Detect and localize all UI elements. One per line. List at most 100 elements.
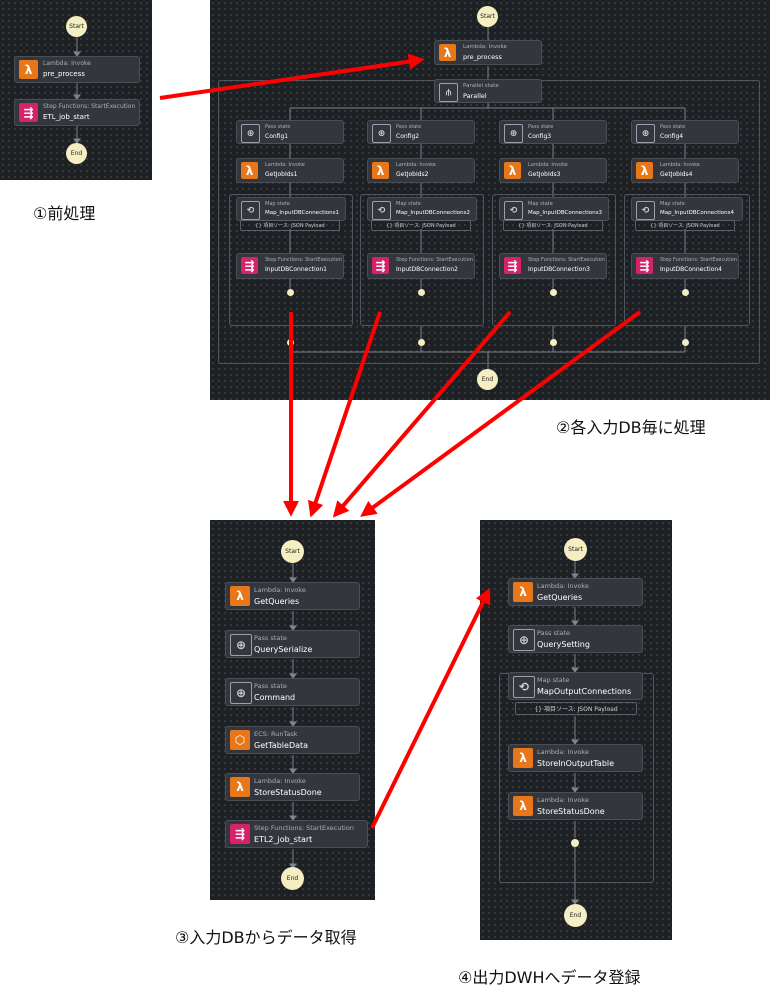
node-name: Map_InputDBConnections2 — [396, 210, 470, 216]
lambda-icon: λ — [513, 582, 533, 602]
pass-config-node[interactable]: ⊕ Pass state Config4 — [631, 120, 739, 144]
node-type: Pass state — [528, 124, 554, 130]
lambda-storestatusdone-node[interactable]: λ Lambda: Invoke StoreStatusDone — [225, 773, 360, 801]
node-name: GetTableData — [254, 741, 309, 750]
start-node: Start — [281, 540, 304, 563]
parallel-icon: ⫛ — [439, 83, 458, 102]
step-functions-icon: ⇶ — [372, 257, 389, 274]
lambda-getqueries-node[interactable]: λ Lambda: Invoke GetQueries — [225, 582, 360, 610]
map-state-node[interactable]: ⟲ Map state Map_InputDBConnections2 — [367, 197, 477, 221]
node-type: Step Functions: StartExecution — [660, 257, 737, 263]
node-name: Config2 — [396, 133, 420, 140]
node-type: Pass state — [660, 124, 686, 130]
lambda-getjobids-node[interactable]: λ Lambda: Invoke GetJobIds3 — [499, 158, 607, 183]
panel-output-dwh: Start λ Lambda: Invoke GetQueries ⊕ Pass… — [480, 520, 672, 940]
pass-querysetting-node[interactable]: ⊕ Pass state QuerySetting — [508, 625, 643, 653]
lambda-icon: λ — [513, 796, 533, 816]
caption-input-db-fetch: ③入力DBからデータ取得 — [175, 928, 357, 947]
lambda-icon: λ — [372, 162, 389, 179]
lambda-getqueries-node[interactable]: λ Lambda: Invoke GetQueries — [508, 578, 643, 606]
map-icon: ⟲ — [513, 676, 535, 698]
item-source-label: {} 項目ソース: JSON Payload — [515, 702, 637, 715]
branch-end-dot — [418, 339, 425, 346]
map-state-node[interactable]: ⟲ Map state Map_InputDBConnections3 — [499, 197, 609, 221]
item-source-label: {} 項目ソース: JSON Payload — [503, 220, 603, 231]
pass-config-node[interactable]: ⊕ Pass state Config2 — [367, 120, 475, 144]
step-functions-icon: ⇶ — [19, 103, 38, 122]
map-state-node[interactable]: ⟲ Map state Map_InputDBConnections4 — [631, 197, 743, 221]
pass-queryserialize-node[interactable]: ⊕ Pass state QuerySerialize — [225, 630, 360, 658]
node-name: Map_InputDBConnections4 — [660, 210, 734, 216]
node-name: Map_InputDBConnections1 — [265, 210, 339, 216]
node-type: Step Functions: StartExecution — [43, 103, 136, 110]
map-end-dot — [682, 289, 689, 296]
end-node: End — [564, 904, 587, 927]
node-type: Lambda: Invoke — [660, 162, 700, 168]
lambda-icon: λ — [241, 162, 258, 179]
pass-config-node[interactable]: ⊕ Pass state Config1 — [236, 120, 344, 144]
lambda-pre-process-node[interactable]: λ Lambda: Invoke pre_process — [434, 40, 542, 65]
branch-end-dot — [682, 339, 689, 346]
lambda-pre-process-node[interactable]: λ Lambda: Invoke pre_process — [14, 56, 140, 83]
lambda-icon: λ — [636, 162, 653, 179]
lambda-getjobids-node[interactable]: λ Lambda: Invoke GetJobIds1 — [236, 158, 344, 183]
map-icon: ⟲ — [372, 201, 391, 220]
node-type: Map state — [660, 201, 685, 207]
lambda-icon: λ — [230, 586, 250, 606]
sfn-inputdbconnection-node[interactable]: ⇶ Step Functions: StartExecution InputDB… — [499, 253, 607, 279]
ecs-gettabledata-node[interactable]: ⬡ ECS: RunTask GetTableData — [225, 726, 360, 754]
end-node: End — [281, 867, 304, 890]
sfn-inputdbconnection-node[interactable]: ⇶ Step Functions: StartExecution InputDB… — [631, 253, 739, 279]
map-outputconnections-node[interactable]: ⟲ Map state MapOutputConnections — [508, 672, 643, 700]
node-name: Config4 — [660, 133, 684, 140]
node-type: Lambda: Invoke — [265, 162, 305, 168]
pass-icon: ⊕ — [513, 629, 535, 651]
sfn-etl2-job-start-node[interactable]: ⇶ Step Functions: StartExecution ETL2_jo… — [225, 820, 368, 848]
node-name: GetJobIds3 — [528, 171, 561, 178]
panel-input-db: Start λ Lambda: Invoke GetQueries ⊕ Pass… — [210, 520, 375, 900]
pass-config-node[interactable]: ⊕ Pass state Config3 — [499, 120, 607, 144]
sfn-inputdbconnection-node[interactable]: ⇶ Step Functions: StartExecution InputDB… — [367, 253, 475, 279]
parallel-state-node[interactable]: ⫛ Parallel state Parallel — [434, 79, 542, 103]
map-end-dot — [571, 839, 579, 847]
map-icon: ⟲ — [636, 201, 655, 220]
caption-output-dwh: ④出力DWHへデータ登録 — [458, 968, 641, 987]
lambda-storestatusdone-node[interactable]: λ Lambda: Invoke StoreStatusDone — [508, 792, 643, 820]
item-source-label: {} 項目ソース: JSON Payload — [371, 220, 471, 231]
node-name: ETL2_job_start — [254, 835, 313, 844]
node-type: Parallel state — [463, 83, 499, 89]
node-name: QuerySetting — [537, 640, 590, 649]
item-source-label: {} 項目ソース: JSON Payload — [635, 220, 735, 231]
node-name: Config3 — [528, 133, 552, 140]
branch-end-dot — [550, 339, 557, 346]
node-name: GetJobIds4 — [660, 171, 693, 178]
lambda-icon: λ — [230, 777, 250, 797]
step-functions-icon: ⇶ — [241, 257, 258, 274]
map-icon: ⟲ — [504, 201, 523, 220]
branch-end-dot — [287, 339, 294, 346]
map-end-dot — [418, 289, 425, 296]
step-functions-icon: ⇶ — [636, 257, 653, 274]
step-functions-icon: ⇶ — [504, 257, 521, 274]
node-type: Step Functions: StartExecution — [265, 257, 342, 263]
lambda-getjobids-node[interactable]: λ Lambda: Invoke GetJobIds4 — [631, 158, 739, 183]
lambda-storeinoutputtable-node[interactable]: λ Lambda: Invoke StoreInOutputTable — [508, 744, 643, 772]
node-name: Config1 — [265, 133, 289, 140]
lambda-icon: λ — [504, 162, 521, 179]
map-icon: ⟲ — [241, 201, 260, 220]
node-type: Map state — [396, 201, 421, 207]
node-type: Lambda: Invoke — [537, 748, 589, 756]
node-name: InputDBConnection4 — [660, 266, 722, 273]
sfn-inputdbconnection-node[interactable]: ⇶ Step Functions: StartExecution InputDB… — [236, 253, 344, 279]
pass-icon: ⊕ — [372, 124, 391, 143]
node-type: Step Functions: StartExecution — [396, 257, 473, 263]
sfn-etl-job-start-node[interactable]: ⇶ Step Functions: StartExecution ETL_job… — [14, 99, 140, 126]
end-node: End — [66, 143, 87, 164]
pass-command-node[interactable]: ⊕ Pass state Command — [225, 678, 360, 706]
node-name: InputDBConnection3 — [528, 266, 590, 273]
pass-icon: ⊕ — [636, 124, 655, 143]
lambda-getjobids-node[interactable]: λ Lambda: Invoke GetJobIds2 — [367, 158, 475, 183]
node-name: ETL_job_start — [43, 113, 90, 121]
map-state-node[interactable]: ⟲ Map state Map_InputDBConnections1 — [236, 197, 346, 221]
pass-icon: ⊕ — [230, 634, 252, 656]
